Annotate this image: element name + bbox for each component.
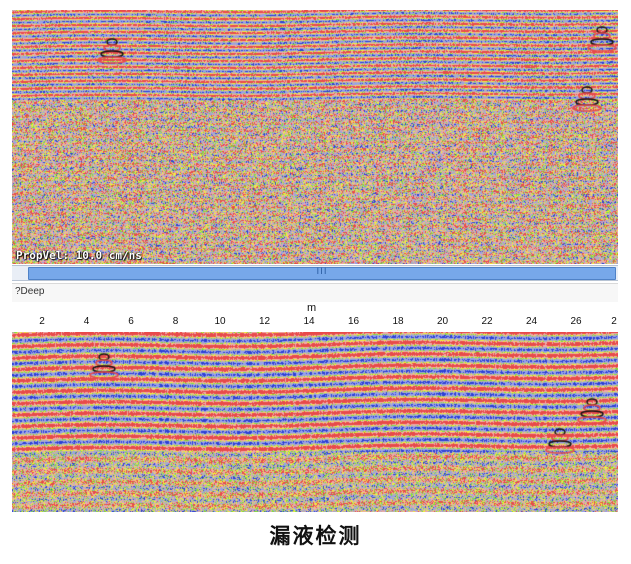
axis-tick-label: 14 [303, 316, 315, 327]
section-header-bar: ?Deep [12, 283, 618, 303]
axis-tick-label: 16 [347, 316, 360, 327]
radar-image-bottom [12, 332, 618, 512]
axis-tick-label: 26 [570, 316, 582, 327]
axis-tick-label: 2 [611, 316, 617, 327]
axis-tick-label: 12 [258, 316, 271, 327]
caption-title: 漏液检测 [269, 524, 362, 548]
axis-unit-label: m [307, 302, 317, 314]
axis-tick-label: 4 [83, 316, 90, 327]
axis-tick-label: 18 [392, 316, 404, 327]
axis-tick-label: 20 [436, 316, 449, 327]
scrollbar-thumb[interactable]: III [28, 267, 616, 280]
propagation-velocity-label: PropVel: 10.0 cm/ns [16, 249, 142, 262]
scrollbar-grip-icon: III [316, 267, 328, 277]
axis-tick-label: 8 [172, 316, 179, 327]
axis-tick-label: 2 [39, 316, 45, 327]
section-label: ?Deep [15, 286, 45, 297]
horizontal-scrollbar[interactable]: III [12, 265, 618, 281]
axis-tick-label: 10 [214, 316, 226, 327]
distance-axis: m 2 4 6 8 10 12 14 16 18 20 22 24 26 2 [12, 302, 618, 332]
axis-tick-label: 24 [525, 316, 538, 327]
axis-tick-label: 6 [128, 316, 134, 327]
radar-image-top [12, 10, 618, 264]
axis-tick-label: 22 [481, 316, 493, 327]
